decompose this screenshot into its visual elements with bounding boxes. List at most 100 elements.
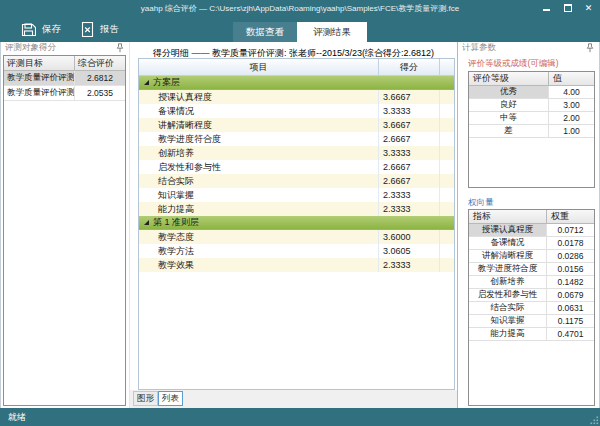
item-score-cell: 2.6667 xyxy=(379,132,440,146)
item-score-cell: 2.3333 xyxy=(379,258,440,272)
score-objects-table: 评测目标综合评价 教学质量评价评测...2.6812教学质量评价评测...2.0… xyxy=(3,55,126,406)
value-cell: 3.00 xyxy=(549,99,594,111)
table-row[interactable]: 讲解清晰程度0.0286 xyxy=(469,250,594,263)
score-detail-table-header: 项目得分 xyxy=(139,59,454,76)
item-name-cell: 教学效果 xyxy=(139,258,379,272)
item-name-cell: 结合实际 xyxy=(139,174,379,188)
left-panel-header: 评测对象得分 xyxy=(1,42,129,54)
main-panel: 得分明细 —— 教学质量评价评测: 张老师--2015/3/23(综合得分:2.… xyxy=(130,42,457,408)
item-name-cell: 授课认真程度 xyxy=(139,90,379,104)
table-row[interactable]: 教学质量评价评测...2.0535 xyxy=(4,86,125,101)
right-panel: 计算参数 评价等级或成绩(可编辑) 评价等级值 优秀4.00良好3.00中等2.… xyxy=(457,42,599,408)
column-header[interactable]: 值 xyxy=(549,72,594,86)
table-row[interactable]: 教学态度3.6000 xyxy=(139,230,454,244)
item-name-cell: 讲解清晰程度 xyxy=(139,118,379,132)
column-header[interactable]: 评价等级 xyxy=(469,72,549,86)
window-title: yaahp 综合评价 — C:\Users\zjh\AppData\Roamin… xyxy=(0,0,600,16)
table-row[interactable]: 结合实际2.6667 xyxy=(139,174,454,188)
table-row[interactable]: 差1.00 xyxy=(469,125,594,138)
grades-editable-label: 评价等级或成绩(可编辑) xyxy=(468,58,559,70)
table-row[interactable]: 中等2.00 xyxy=(469,112,594,125)
column-header[interactable]: 综合评价 xyxy=(75,56,125,71)
app-window: yaahp 综合评价 — C:\Users\zjh\AppData\Roamin… xyxy=(0,0,600,426)
item-name-cell: 创新培养 xyxy=(139,146,379,160)
table-row[interactable]: 教学进度符合度0.0156 xyxy=(469,263,594,276)
pin-icon[interactable] xyxy=(586,43,594,53)
tab-data-view[interactable]: 数据查看 xyxy=(233,22,297,42)
score-detail-title: 得分明细 —— 教学质量评价评测: 张老师--2015/3/23(综合得分:2.… xyxy=(130,42,457,58)
name-cell: 良好 xyxy=(469,99,549,111)
table-row[interactable]: 创新培养3.3333 xyxy=(139,146,454,160)
table-row[interactable]: 结合实际0.0631 xyxy=(469,302,594,315)
filler-cell xyxy=(440,244,454,258)
table-row[interactable]: 知识掌握2.3333 xyxy=(139,188,454,202)
score-objects-table-header: 评测目标综合评价 xyxy=(4,56,125,71)
filler-cell xyxy=(440,118,454,132)
table-row[interactable]: 知识掌握0.1175 xyxy=(469,315,594,328)
table-row[interactable]: 启发性和参与性0.0679 xyxy=(469,289,594,302)
table-row[interactable]: 授课认真程度3.6667 xyxy=(139,90,454,104)
item-score-cell: 3.3333 xyxy=(379,146,440,160)
filler-cell xyxy=(440,230,454,244)
group-label: 方案层 xyxy=(153,76,180,89)
name-cell: 知识掌握 xyxy=(469,315,547,327)
table-row[interactable]: 创新培养0.1482 xyxy=(469,276,594,289)
table-row[interactable]: 优秀4.00 xyxy=(469,86,594,99)
name-cell: 启发性和参与性 xyxy=(469,289,547,301)
minimize-button[interactable] xyxy=(542,3,551,13)
pin-icon[interactable] xyxy=(116,43,124,53)
filler-cell xyxy=(440,104,454,118)
tab-result-view[interactable]: 评测结果 xyxy=(297,22,367,42)
column-header[interactable]: 评测目标 xyxy=(4,56,75,71)
table-row[interactable]: 备课情况3.3333 xyxy=(139,104,454,118)
maximize-button[interactable] xyxy=(563,3,572,13)
value-cell: 0.4701 xyxy=(547,328,594,340)
table-row[interactable]: 良好3.00 xyxy=(469,99,594,112)
item-name-cell: 知识掌握 xyxy=(139,188,379,202)
name-cell: 能力提高 xyxy=(469,328,547,340)
column-header[interactable]: 得分 xyxy=(379,59,440,75)
expander-icon[interactable] xyxy=(144,220,149,225)
item-score-cell: 2.3333 xyxy=(379,188,440,202)
column-header[interactable]: 指标 xyxy=(469,210,547,224)
target-name-cell: 教学质量评价评测... xyxy=(4,86,75,100)
resize-grip[interactable] xyxy=(589,415,599,425)
item-score-cell: 3.3333 xyxy=(379,104,440,118)
item-score-cell: 2.6667 xyxy=(379,160,440,174)
table-row[interactable]: 启发性和参与性2.6667 xyxy=(139,160,454,174)
name-cell: 优秀 xyxy=(469,86,549,98)
name-cell: 授课认真程度 xyxy=(469,224,547,236)
expander-icon[interactable] xyxy=(144,80,149,85)
item-score-cell: 2.6667 xyxy=(379,174,440,188)
group-row[interactable]: 第 1 准则层 xyxy=(139,216,454,230)
item-score-cell: 2.3333 xyxy=(379,202,440,216)
column-header[interactable]: 权重 xyxy=(547,210,594,224)
item-score-cell: 3.6667 xyxy=(379,90,440,104)
table-row[interactable]: 能力提高0.4701 xyxy=(469,328,594,341)
item-name-cell: 教学态度 xyxy=(139,230,379,244)
group-label: 第 1 准则层 xyxy=(153,216,199,229)
item-name-cell: 备课情况 xyxy=(139,104,379,118)
name-cell: 讲解清晰程度 xyxy=(469,250,547,262)
table-row[interactable]: 教学质量评价评测...2.6812 xyxy=(4,71,125,86)
table-row[interactable]: 备课情况0.0178 xyxy=(469,237,594,250)
view-tab-graph[interactable]: 图形 xyxy=(133,391,158,406)
value-cell: 0.0156 xyxy=(547,263,594,275)
group-row[interactable]: 方案层 xyxy=(139,76,454,90)
table-row[interactable]: 教学进度符合度2.6667 xyxy=(139,132,454,146)
value-cell: 0.1482 xyxy=(547,276,594,288)
close-button[interactable]: ✕ xyxy=(584,3,593,13)
table-row[interactable]: 能力提高2.3333 xyxy=(139,202,454,216)
column-header[interactable]: 项目 xyxy=(139,59,379,75)
filler-cell xyxy=(440,132,454,146)
weight-vector-label: 权向量 xyxy=(468,197,494,209)
table-row[interactable]: 教学方法3.0605 xyxy=(139,244,454,258)
item-score-cell: 3.6000 xyxy=(379,230,440,244)
table-row[interactable]: 讲解清晰程度3.6667 xyxy=(139,118,454,132)
score-detail-table-body: 方案层授课认真程度3.6667备课情况3.3333讲解清晰程度3.6667教学进… xyxy=(139,76,454,272)
toolbar: 保存 报告 数据查看评测结果 xyxy=(0,16,600,42)
statusbar: 就绪 xyxy=(0,408,600,426)
table-row[interactable]: 教学效果2.3333 xyxy=(139,258,454,272)
view-tab-list[interactable]: 列表 xyxy=(158,391,183,406)
table-row[interactable]: 授课认真程度0.0712 xyxy=(469,224,594,237)
